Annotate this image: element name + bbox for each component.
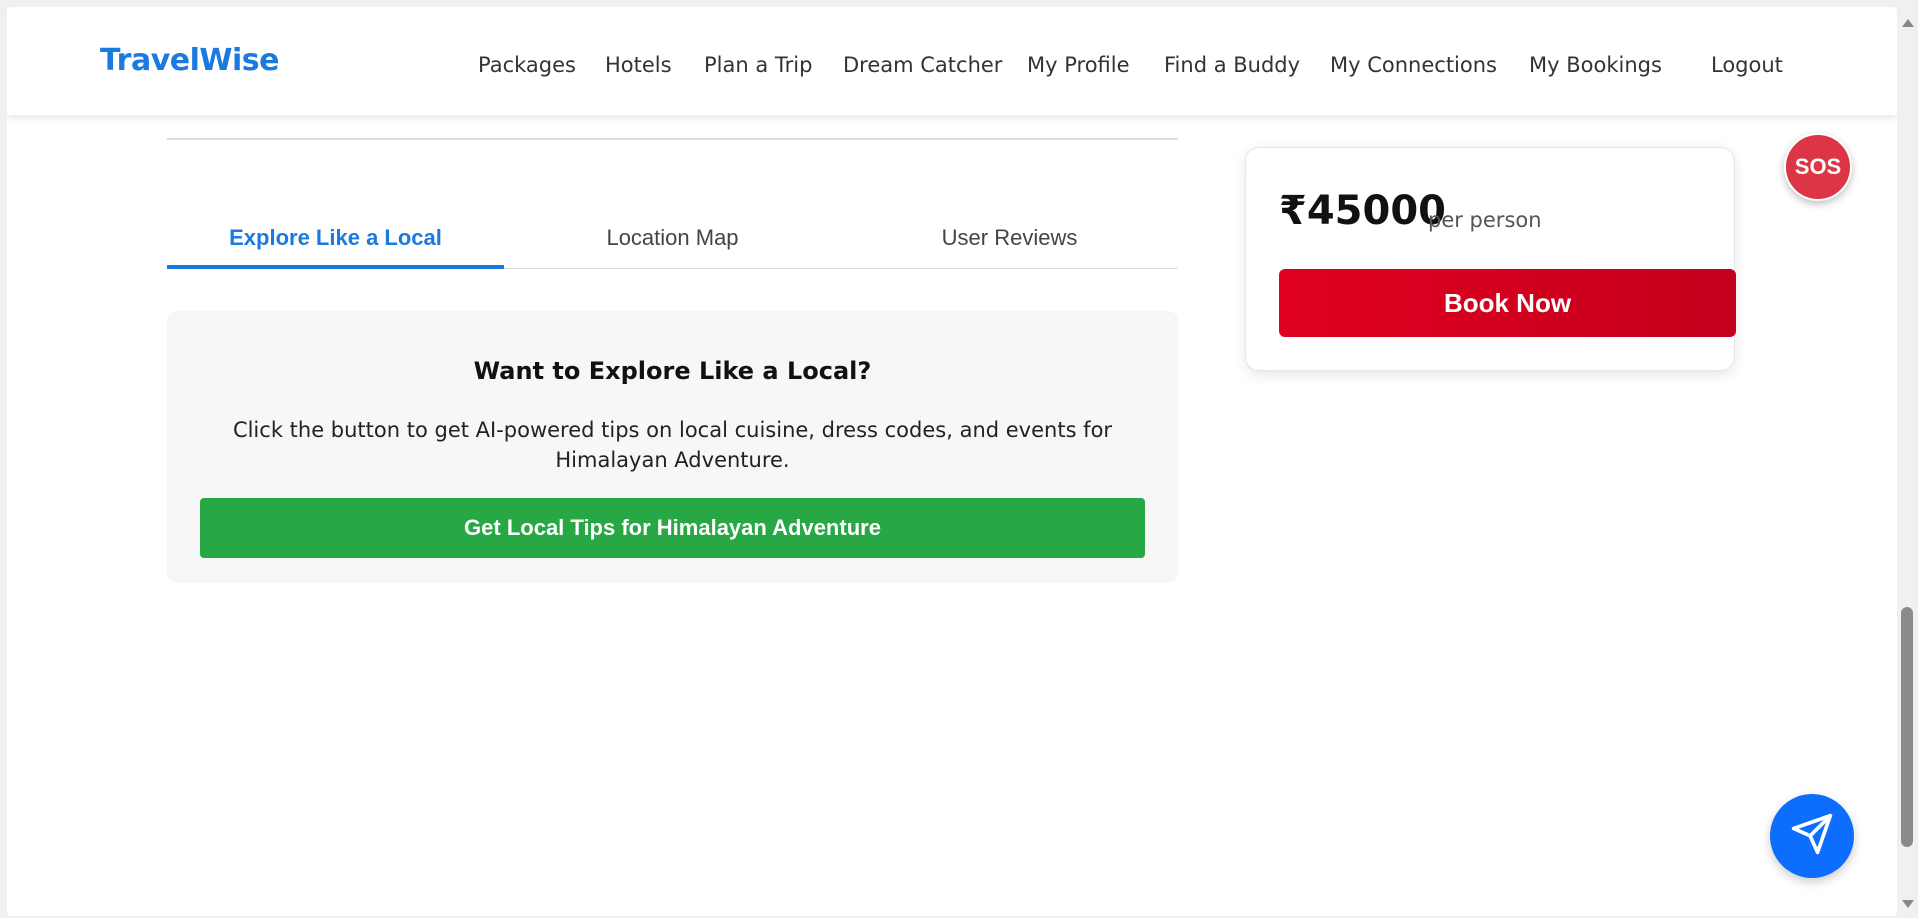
panel-title: Want to Explore Like a Local? [473, 357, 872, 385]
price-unit: per person [1428, 208, 1542, 232]
nav-hotels[interactable]: Hotels [605, 53, 672, 77]
main-nav: Packages Hotels Plan a Trip Dream Catche… [7, 7, 1897, 115]
nav-find-a-buddy[interactable]: Find a Buddy [1164, 53, 1300, 77]
package-tabs: Explore Like a Local Location Map User R… [167, 201, 1178, 269]
scroll-down-arrow-icon[interactable] [1902, 900, 1914, 908]
sos-button[interactable]: SOS [1784, 133, 1852, 201]
page-scrollbar[interactable] [1897, 7, 1918, 916]
browser-viewport: TravelWise Packages Hotels Plan a Trip D… [7, 7, 1897, 916]
section-divider [167, 138, 1178, 140]
nav-logout[interactable]: Logout [1711, 53, 1783, 77]
panel-description: Click the button to get AI-powered tips … [232, 418, 1113, 472]
nav-my-bookings[interactable]: My Bookings [1529, 53, 1662, 77]
explore-local-panel: Want to Explore Like a Local? Click the … [167, 311, 1178, 583]
nav-dream-catcher[interactable]: Dream Catcher [843, 53, 1002, 77]
nav-my-connections[interactable]: My Connections [1330, 53, 1497, 77]
scroll-up-arrow-icon[interactable] [1902, 19, 1914, 27]
chat-send-button[interactable] [1770, 794, 1854, 878]
book-now-button[interactable]: Book Now [1279, 269, 1736, 337]
nav-packages[interactable]: Packages [478, 53, 576, 77]
get-local-tips-button[interactable]: Get Local Tips for Himalayan Adventure [200, 498, 1145, 558]
booking-card: ₹45000 per person Book Now [1245, 147, 1736, 371]
nav-plan-a-trip[interactable]: Plan a Trip [704, 53, 812, 77]
tab-user-reviews[interactable]: User Reviews [841, 201, 1178, 269]
send-icon [1790, 812, 1834, 861]
tab-explore-like-a-local[interactable]: Explore Like a Local [167, 201, 504, 269]
nav-my-profile[interactable]: My Profile [1027, 53, 1130, 77]
site-header: TravelWise Packages Hotels Plan a Trip D… [7, 7, 1897, 115]
scroll-thumb[interactable] [1901, 607, 1913, 847]
price-value: ₹45000 [1279, 188, 1446, 234]
tab-location-map[interactable]: Location Map [504, 201, 841, 269]
